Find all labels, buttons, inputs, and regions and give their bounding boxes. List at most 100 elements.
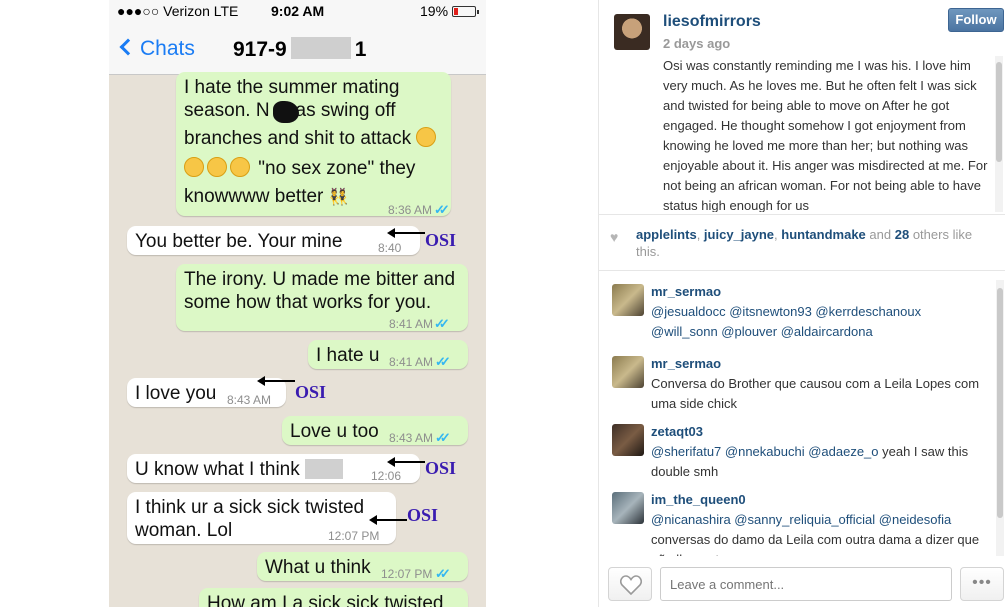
comment-username[interactable]: zetaqt03 [651,424,703,439]
comment-input[interactable] [660,567,952,601]
message-bubble-outgoing: The irony. U made me bitter and some how… [176,264,468,331]
message-bubble-outgoing: I hate u 8:41 AM ✓✓ [308,340,468,369]
message-line: season. N as swing off [184,99,443,122]
divider [599,214,1005,215]
comment-mentions[interactable]: @sherifatu7 @nnekabuchi @adaeze_o [651,444,879,459]
comment-username[interactable]: mr_sermao [651,284,721,299]
likes-and: and [869,227,892,242]
comment-text: @nicanashira @sanny_reliquia_official @n… [651,510,986,556]
chevron-left-icon [119,38,137,56]
comment-username[interactable]: im_the_queen0 [651,492,746,507]
heart-icon [620,575,642,595]
redaction-scribble [273,101,299,123]
avatar[interactable] [612,356,644,388]
comment-text: Conversa do Brother que causou com a Lei… [651,376,980,411]
comment-text: @sherifatu7 @nnekabuchi @adaeze_o yeah I… [651,442,986,482]
laughing-emoji-icon [184,157,204,177]
like-button[interactable] [608,567,652,601]
chat-screenshot: ●●●○○ Verizon LTE 9:02 AM 19% Chats 917-… [109,0,486,607]
liker-link[interactable]: applelints [636,227,697,242]
comment-body: conversas do damo da Leila com outra dam… [651,532,980,556]
comments-scrollbar[interactable] [996,280,1004,556]
message-fragment: as swing off [295,100,396,121]
comment-item: im_the_queen0 @nicanashira @sanny_reliqu… [599,486,995,556]
comment-text: @jesualdocc @itsnewton93 @kerrdeschanoux… [651,302,986,342]
osi-annotation: OSI [295,382,327,402]
battery-icon [452,6,479,17]
avatar[interactable] [612,492,644,524]
read-receipt-icon: ✓✓ [434,202,450,217]
annotation-arrow [387,228,425,238]
message-bubble-outgoing: Love u too 8:43 AM ✓✓ [282,416,468,445]
post-caption: Osi was constantly reminding me I was hi… [663,58,988,212]
contact-number-end: 1 [354,38,367,61]
comment-mentions[interactable]: @jesualdocc @itsnewton93 @kerrdeschanoux… [651,304,921,339]
message-text: U know what I think [135,459,300,480]
clock: 9:02 AM [271,3,325,19]
annotation-arrow [257,376,295,386]
read-receipt-icon: ✓✓ [435,430,451,445]
message-line: branches and shit to attack [184,127,443,150]
dancers-emoji-icon: 👯 [328,189,349,206]
message-text: What u think [265,557,371,578]
instagram-panel: liesofmirrors 2 days ago Follow Osi was … [598,0,1005,607]
carrier-label: ●●●○○ Verizon LTE [117,3,239,19]
message-line: I hate the summer mating [184,77,400,98]
message-text: How am I a sick sick twisted [207,593,444,607]
message-bubble-incoming: U know what I think 12:06 PM [127,454,420,506]
message-fragment: branches and shit to attack [184,128,412,149]
osi-annotation: OSI [425,458,457,478]
likes-count[interactable]: 28 [895,227,909,242]
comment-item: zetaqt03 @sherifatu7 @nnekabuchi @adaeze… [599,418,995,482]
avatar[interactable] [612,424,644,456]
message-bubble-incoming: You better be. Your mine 8:40 AM [127,226,420,278]
post-time: 2 days ago [663,36,731,51]
post-username[interactable]: liesofmirrors [663,13,761,31]
message-text: Love u too [290,421,379,442]
avatar[interactable] [612,284,644,316]
comment-mentions[interactable]: @nicanashira @sanny_reliquia_official @n… [651,512,951,527]
message-fragment: season. N [184,100,270,121]
message-bubble-outgoing: What u think 12:07 PM ✓✓ [257,552,468,581]
read-receipt-icon: ✓✓ [434,316,450,331]
more-options-button[interactable]: ••• [960,567,1004,601]
message-bubble-outgoing: How am I a sick sick twisted [199,588,468,607]
message-timestamp: 12:07 PM [328,529,380,543]
message-bubble-incoming: I think ur a sick sick twisted woman. Lo… [127,492,396,544]
likes-summary: applelints, juicy_jayne, huntandmake and… [636,227,973,259]
message-line: "no sex zone" they [184,157,443,180]
battery-fill [454,8,458,15]
message-timestamp: 8:43 AM [227,393,272,407]
liker-link[interactable]: juicy_jayne [704,227,774,242]
divider [599,270,1005,271]
message-timestamp: 8:41 AM [389,317,434,331]
heart-icon: ♥ [610,229,619,245]
back-label: Chats [140,37,195,60]
laughing-emoji-icon [416,127,437,147]
redaction-block [290,37,351,59]
message-timestamp: 8:43 AM [389,431,434,445]
comments-list: mr_sermao @jesualdocc @itsnewton93 @kerr… [599,278,995,556]
message-timestamp: 8:36 AM [388,203,433,217]
scrollbar-thumb[interactable] [997,288,1003,518]
scrollbar-thumb[interactable] [996,62,1002,162]
screen: ●●●○○ Verizon LTE 9:02 AM 19% Chats 917-… [0,0,1005,607]
laughing-emoji-icon [207,157,227,177]
liker-link[interactable]: huntandmake [781,227,866,242]
comment-item: mr_sermao @jesualdocc @itsnewton93 @kerr… [599,278,995,342]
message-text: I love you [135,383,217,404]
annotation-arrow [369,515,407,525]
contact-title: 917-9 1 [233,37,366,62]
comment-username[interactable]: mr_sermao [651,356,721,371]
battery-percent: 19% [420,3,449,19]
comment-footer: ••• [599,560,1005,607]
message-timestamp: 12:07 PM [381,567,433,581]
caption-scrollbar[interactable] [995,56,1003,212]
osi-annotation: OSI [425,230,457,250]
back-button[interactable]: Chats [118,37,195,61]
avatar[interactable] [614,14,650,50]
contact-number-start: 917-9 [233,38,287,61]
follow-button[interactable]: Follow [948,8,1004,32]
chat-navbar: Chats 917-9 1 [109,22,486,75]
annotation-arrow [387,457,425,467]
